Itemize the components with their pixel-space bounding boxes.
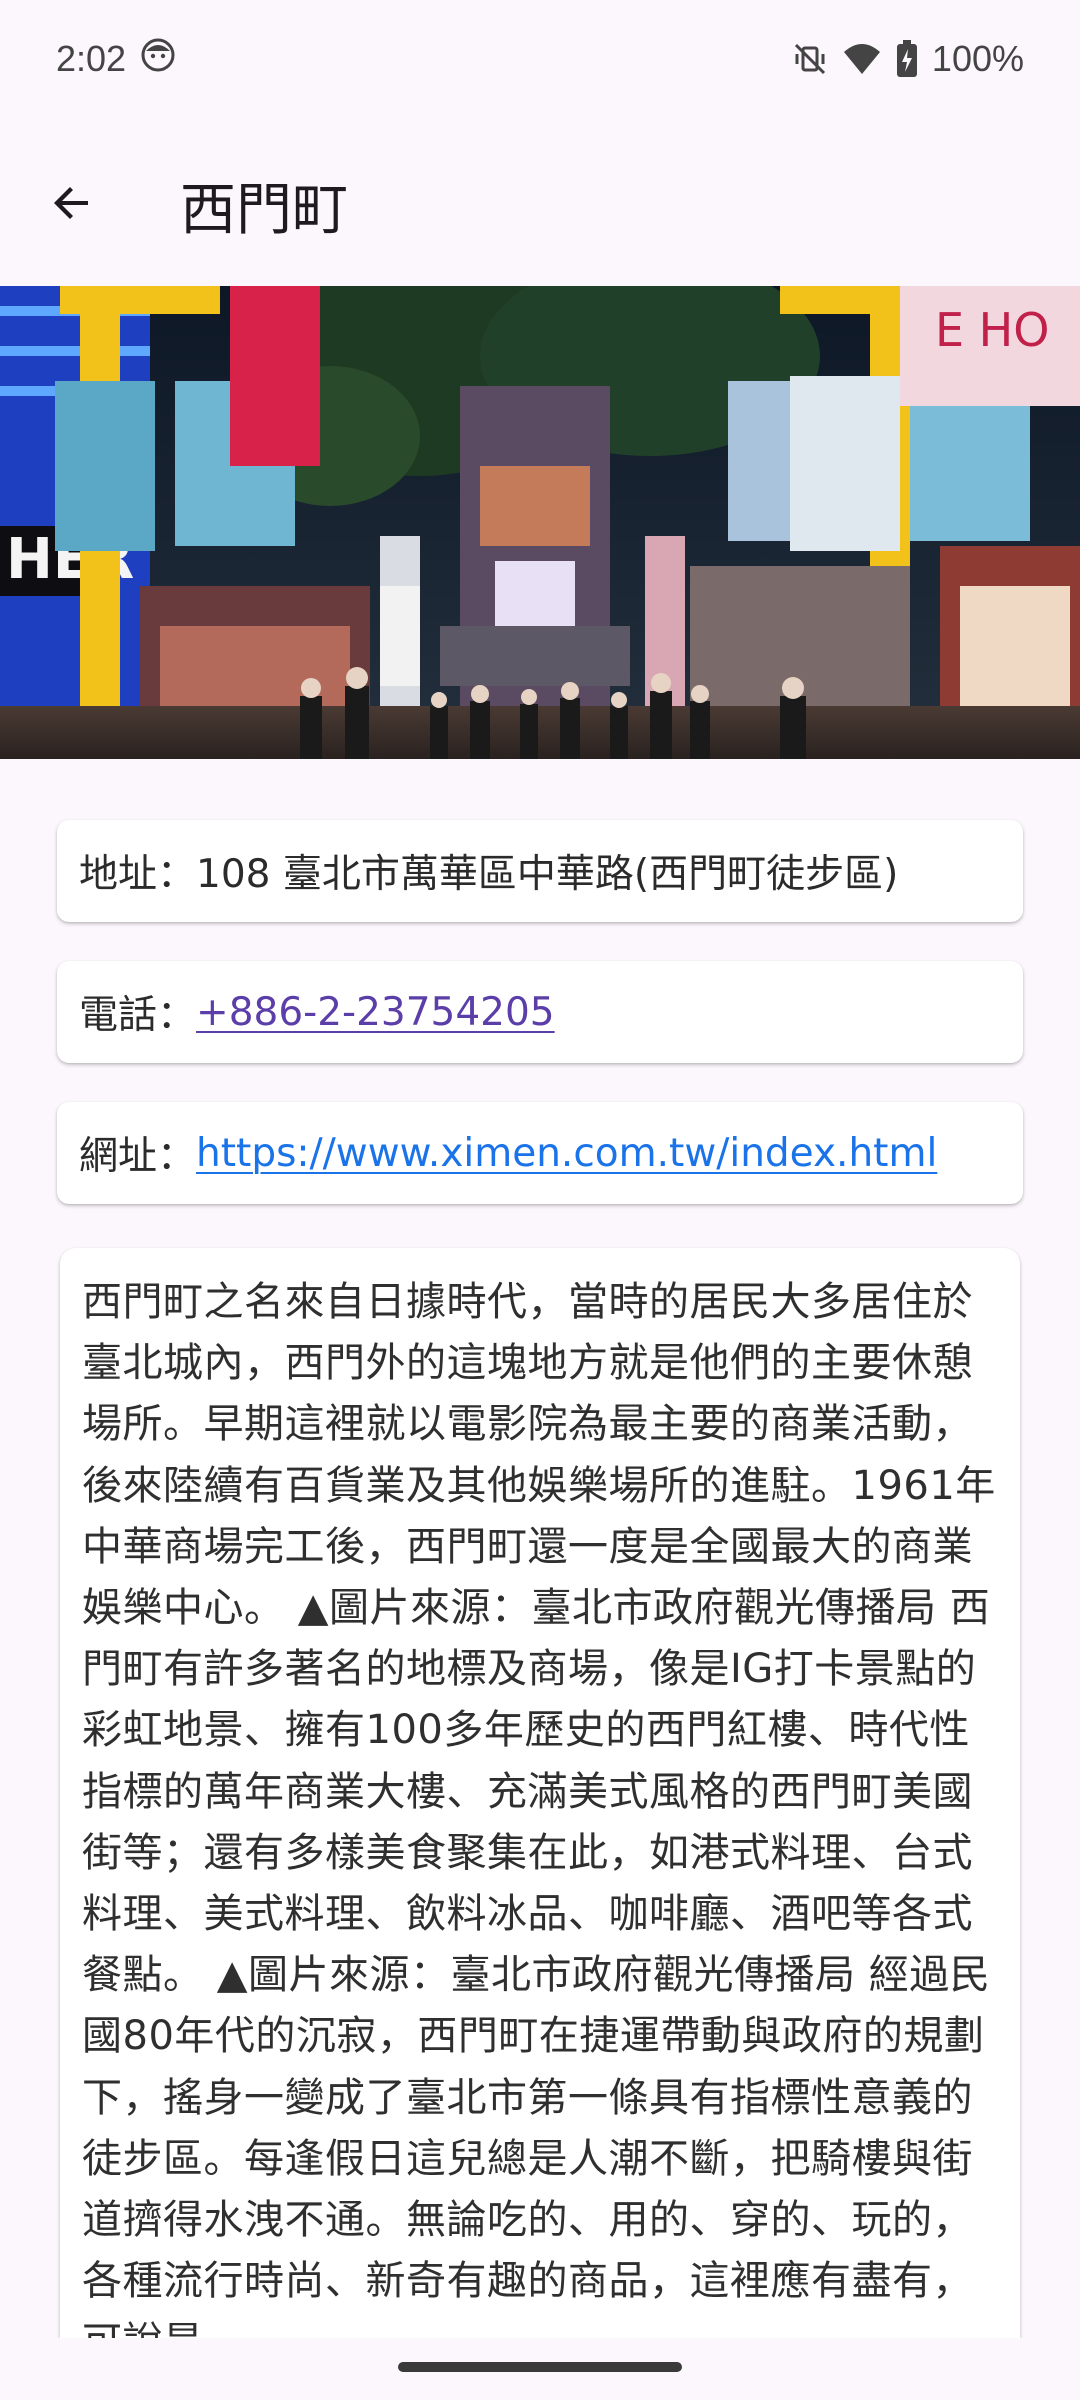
wifi-icon <box>842 42 882 76</box>
phone-card: 電話： +886-2-23754205 <box>57 961 1023 1063</box>
app-bar: 西門町 <box>0 130 1080 280</box>
street-photo: HER E HO <box>0 286 1080 759</box>
phone-label: 電話： <box>79 993 197 1038</box>
battery-charging-icon <box>896 40 918 78</box>
address-value: 108 臺北市萬華區中華路(西門町徒步區) <box>196 852 899 897</box>
hero-image: HER E HO <box>0 286 1080 759</box>
page-title: 西門町 <box>180 177 348 243</box>
back-button[interactable] <box>24 157 120 253</box>
description-card[interactable]: 西門町之名來自日據時代，當時的居民大多居住於臺北城內，西門外的這塊地方就是他們的… <box>60 1248 1020 2338</box>
face-icon <box>140 37 176 82</box>
mute-vibrate-icon <box>792 41 828 77</box>
website-link[interactable]: https://www.ximen.com.tw/index.html <box>196 1131 937 1176</box>
status-time: 2:02 <box>56 38 127 79</box>
address-label: 地址： <box>79 852 197 897</box>
website-card: 網址： https://www.ximen.com.tw/index.html <box>57 1102 1023 1204</box>
svg-text:E HO: E HO <box>935 303 1049 357</box>
status-bar: 2:02 100% <box>0 0 1080 118</box>
arrow-back-icon <box>48 179 96 231</box>
address-card: 地址： 108 臺北市萬華區中華路(西門町徒步區) <box>57 820 1023 922</box>
battery-level: 100% <box>931 38 1024 79</box>
description-text: 西門町之名來自日據時代，當時的居民大多居住於臺北城內，西門外的這塊地方就是他們的… <box>82 1279 996 2338</box>
website-label: 網址： <box>79 1134 197 1179</box>
status-icons: 100% <box>792 38 1024 80</box>
phone-link[interactable]: +886-2-23754205 <box>196 990 555 1035</box>
gesture-handle[interactable] <box>398 2362 682 2372</box>
